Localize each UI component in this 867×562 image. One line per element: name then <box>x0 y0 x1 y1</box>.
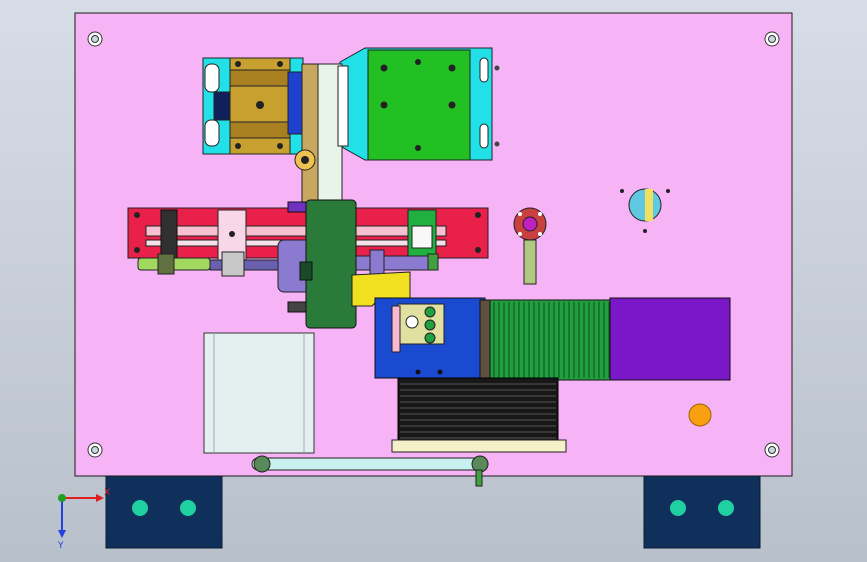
vertical-bellows <box>397 377 559 441</box>
bellows-base-plate <box>391 439 567 453</box>
control-box <box>203 332 315 454</box>
purple-motor <box>609 297 731 381</box>
mounting-hole-icon <box>764 442 780 458</box>
right-support-foot <box>643 475 761 549</box>
xyz-axis-triad-icon: X Y <box>57 488 110 551</box>
indicator-lamp <box>688 403 712 427</box>
mounting-hole-icon <box>87 442 103 458</box>
cad-viewport[interactable]: X Y <box>0 0 867 562</box>
motor-mount-plate <box>339 47 500 161</box>
mounting-hole-icon <box>764 31 780 47</box>
blue-carriage <box>374 297 486 379</box>
axis-x-label: X <box>104 488 110 498</box>
linear-slide-assembly <box>202 57 305 155</box>
vertical-column <box>294 63 349 211</box>
horizontal-bellows <box>479 299 611 381</box>
axis-y-label: Y <box>57 541 64 551</box>
mounting-hole-icon <box>87 31 103 47</box>
left-support-foot <box>105 475 223 549</box>
